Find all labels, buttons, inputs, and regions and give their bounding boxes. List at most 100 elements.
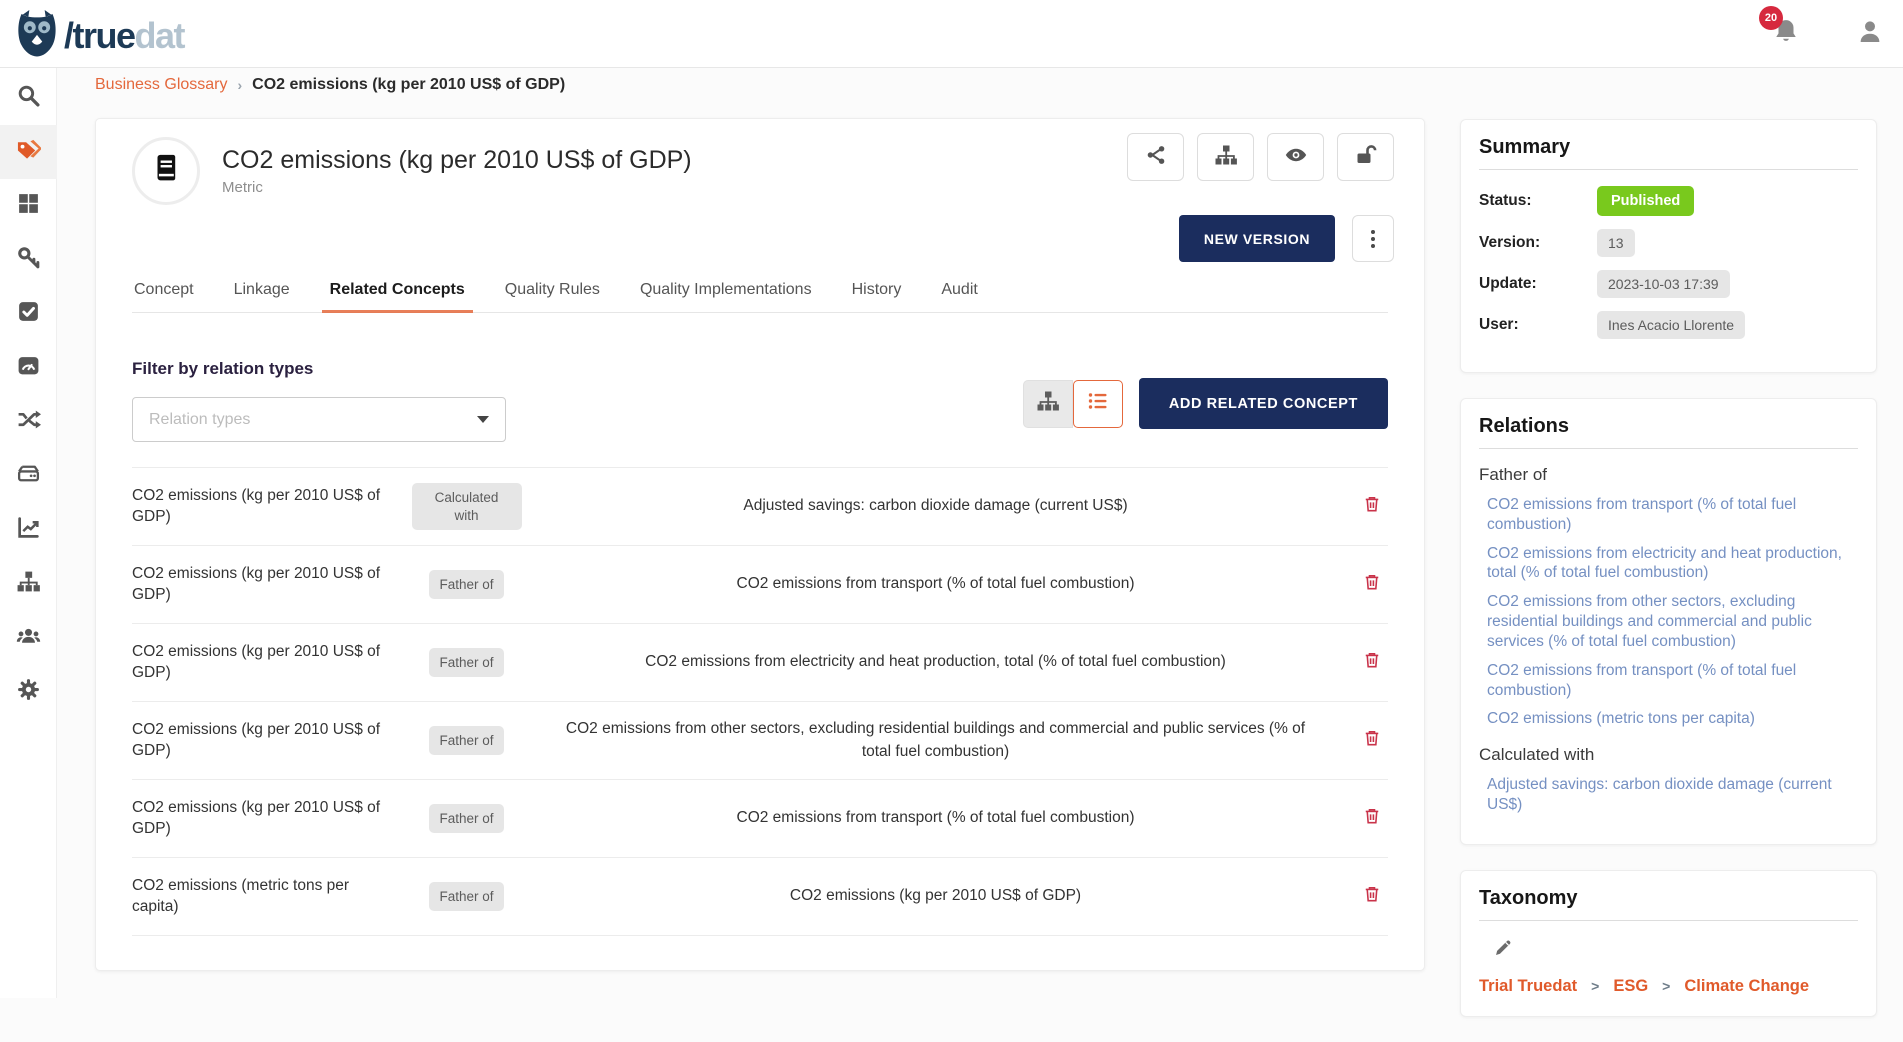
sitemap-icon <box>1214 143 1238 172</box>
tab-linkage[interactable]: Linkage <box>232 271 292 312</box>
taxonomy-breadcrumb: Trial Truedat > ESG > Climate Change <box>1479 977 1858 996</box>
user-label: User: <box>1479 316 1597 334</box>
trash-icon <box>1362 571 1382 598</box>
sidebar-item-catalog[interactable] <box>0 179 57 233</box>
tab-quality-rules[interactable]: Quality Rules <box>503 271 602 312</box>
relation-source: CO2 emissions (kg per 2010 US$ of GDP) <box>132 798 404 840</box>
calculated-with-label: Calculated with <box>1479 745 1858 765</box>
tab-history[interactable]: History <box>850 271 904 312</box>
delete-relation-button[interactable] <box>1342 883 1388 910</box>
list-view-icon <box>1086 389 1110 418</box>
tag-icon <box>16 137 41 167</box>
tab-quality-implementations[interactable]: Quality Implementations <box>638 271 814 312</box>
related-concept-link[interactable]: CO2 emissions (metric tons per capita) <box>1487 709 1858 729</box>
version-actions: NEW VERSION <box>1179 215 1394 262</box>
summary-panel: Summary Status: Published Version: 13 Up… <box>1460 119 1877 373</box>
relation-target: CO2 emissions (kg per 2010 US$ of GDP) <box>529 885 1342 907</box>
table-row: CO2 emissions (kg per 2010 US$ of GDP) F… <box>132 702 1388 780</box>
list-view-toggle[interactable] <box>1073 380 1123 428</box>
delete-relation-button[interactable] <box>1342 571 1388 598</box>
trash-icon <box>1362 727 1382 754</box>
lock-button[interactable] <box>1337 133 1394 181</box>
sidebar-item-analytics[interactable] <box>0 503 57 557</box>
sidebar-item-data-sources[interactable] <box>0 449 57 503</box>
left-sidebar <box>0 68 57 998</box>
sidebar-item-settings[interactable] <box>0 665 57 719</box>
related-concept-link[interactable]: CO2 emissions from electricity and heat … <box>1487 544 1858 584</box>
delete-relation-button[interactable] <box>1342 727 1388 754</box>
sidebar-item-lineage[interactable] <box>0 395 57 449</box>
related-concept-link[interactable]: CO2 emissions from other sectors, exclud… <box>1487 592 1858 651</box>
sidebar-item-search[interactable] <box>0 71 57 125</box>
taxonomy-title: Taxonomy <box>1479 887 1858 921</box>
sidebar-item-access[interactable] <box>0 233 57 287</box>
relation-target: CO2 emissions from transport (% of total… <box>529 807 1342 829</box>
edit-taxonomy-button[interactable] <box>1493 937 1858 963</box>
tree-view-toggle[interactable] <box>1023 380 1073 428</box>
gauge-icon <box>16 353 41 383</box>
related-concept-link[interactable]: CO2 emissions from transport (% of total… <box>1487 661 1858 701</box>
taxonomy-panel: Taxonomy Trial Truedat > ESG > Climate C… <box>1460 870 1877 1017</box>
trash-icon <box>1362 805 1382 832</box>
sidebar-item-structures[interactable] <box>0 557 57 611</box>
notifications-button[interactable]: 20 <box>1771 16 1807 52</box>
taxonomy-domain-link[interactable]: Trial Truedat <box>1479 977 1577 996</box>
relation-types-placeholder: Relation types <box>149 411 250 429</box>
breadcrumb: Business Glossary › CO2 emissions (kg pe… <box>95 76 565 94</box>
tree-view-icon <box>1036 389 1060 418</box>
relations-title: Relations <box>1479 415 1858 449</box>
sidebar-item-users[interactable] <box>0 611 57 665</box>
bell-icon <box>1771 35 1801 52</box>
relation-type-badge: Calculated with <box>412 483 522 530</box>
view-toggle-group <box>1023 380 1123 428</box>
add-related-concept-button[interactable]: ADD RELATED CONCEPT <box>1139 378 1388 429</box>
version-label: Version: <box>1479 234 1597 252</box>
trash-icon <box>1362 493 1382 520</box>
sidebar-item-dashboard[interactable] <box>0 341 57 395</box>
relation-type-badge: Father of <box>429 570 503 600</box>
delete-relation-button[interactable] <box>1342 649 1388 676</box>
delete-relation-button[interactable] <box>1342 805 1388 832</box>
relation-target: CO2 emissions from other sectors, exclud… <box>529 718 1342 763</box>
sidebar-item-glossary[interactable] <box>0 125 57 179</box>
share-icon <box>1144 143 1168 172</box>
relation-source: CO2 emissions (kg per 2010 US$ of GDP) <box>132 720 404 762</box>
taxonomy-view-button[interactable] <box>1197 133 1254 181</box>
truedat-logo[interactable]: /truedat <box>14 8 184 63</box>
relation-target: CO2 emissions from electricity and heat … <box>529 651 1342 673</box>
shuffle-icon <box>16 407 41 437</box>
breadcrumb-current: CO2 emissions (kg per 2010 US$ of GDP) <box>252 76 565 94</box>
father-of-label: Father of <box>1479 465 1858 485</box>
tab-related-concepts[interactable]: Related Concepts <box>328 271 467 312</box>
concept-type-avatar <box>132 137 200 205</box>
eye-icon <box>1284 143 1308 172</box>
concept-tabs: Concept Linkage Related Concepts Quality… <box>132 271 1388 313</box>
relation-types-select[interactable]: Relation types <box>132 397 506 442</box>
watch-button[interactable] <box>1267 133 1324 181</box>
grid-icon <box>16 191 41 221</box>
related-concept-link[interactable]: Adjusted savings: carbon dioxide damage … <box>1487 775 1858 815</box>
table-row: CO2 emissions (kg per 2010 US$ of GDP) F… <box>132 546 1388 624</box>
more-options-button[interactable] <box>1352 215 1394 262</box>
status-badge: Published <box>1597 186 1694 216</box>
filter-toolbar: Filter by relation types Relation types … <box>132 359 1388 442</box>
breadcrumb-separator-icon: › <box>238 77 243 93</box>
related-concept-link[interactable]: CO2 emissions from transport (% of total… <box>1487 495 1858 535</box>
new-version-button[interactable]: NEW VERSION <box>1179 215 1335 262</box>
sitemap-icon <box>16 569 41 599</box>
related-concepts-table: CO2 emissions (kg per 2010 US$ of GDP) C… <box>132 467 1388 936</box>
breadcrumb-glossary-link[interactable]: Business Glossary <box>95 76 228 94</box>
taxonomy-domain-link[interactable]: ESG <box>1613 977 1648 996</box>
logo-wordmark: /truedat <box>64 18 184 54</box>
tab-concept[interactable]: Concept <box>132 271 196 312</box>
pencil-icon <box>1493 945 1514 962</box>
user-menu-button[interactable] <box>1855 17 1885 52</box>
share-button[interactable] <box>1127 133 1184 181</box>
relation-type-badge: Father of <box>429 804 503 834</box>
taxonomy-domain-link[interactable]: Climate Change <box>1684 977 1809 996</box>
tab-audit[interactable]: Audit <box>939 271 979 312</box>
sidebar-item-quality[interactable] <box>0 287 57 341</box>
delete-relation-button[interactable] <box>1342 493 1388 520</box>
chevron-right-icon: > <box>1591 978 1599 994</box>
version-badge: 13 <box>1597 229 1635 257</box>
